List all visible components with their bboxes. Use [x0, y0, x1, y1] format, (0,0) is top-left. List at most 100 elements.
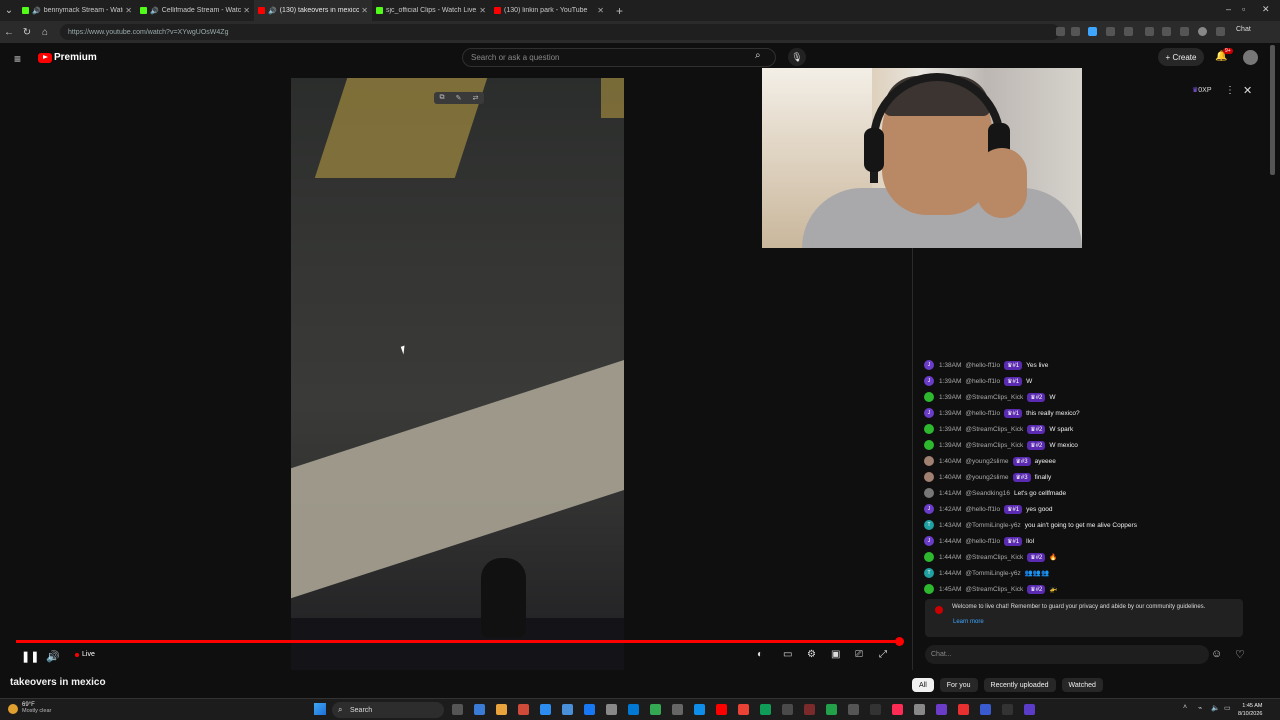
emoji-icon[interactable]: ☺ — [1211, 648, 1222, 660]
more-options-icon[interactable]: ⋮ — [1225, 85, 1235, 96]
search-input[interactable]: Search or ask a question — [462, 48, 776, 67]
extension-icon[interactable] — [1145, 27, 1154, 36]
taskbar-app-icon[interactable] — [760, 704, 771, 715]
search-icon[interactable]: ⌕ — [755, 50, 761, 61]
reload-icon[interactable]: ↻ — [18, 27, 36, 38]
chat-avatar[interactable]: J — [924, 536, 934, 546]
settings-gear-icon[interactable]: ⚙ — [807, 649, 816, 660]
chat-avatar[interactable] — [924, 456, 934, 466]
taskbar-app-icon[interactable] — [540, 704, 551, 715]
taskbar-app-icon[interactable] — [870, 704, 881, 715]
url-field[interactable]: https://www.youtube.com/watch?v=XYwgUOsW… — [60, 24, 1060, 40]
minimize-icon[interactable]: – — [1226, 4, 1231, 14]
close-window-icon[interactable]: ✕ — [1262, 4, 1270, 15]
browser-tab[interactable]: 🔊Cellifmade Stream - Watch Liv...✕ — [136, 0, 254, 21]
captions-icon[interactable]: ▭ — [783, 649, 792, 660]
cast-icon[interactable]: ⎚ — [855, 649, 863, 660]
chat-avatar[interactable] — [924, 392, 934, 402]
chat-avatar[interactable]: J — [924, 376, 934, 386]
browser-tab[interactable]: (130) linkin park - YouTube ✕ — [490, 0, 608, 21]
taskbar-app-icon[interactable] — [452, 704, 463, 715]
volume-icon[interactable]: 🔊 — [46, 650, 60, 663]
back-icon[interactable]: ← — [0, 27, 18, 38]
live-indicator[interactable]: Live — [75, 651, 95, 658]
taskbar-app-icon[interactable] — [826, 704, 837, 715]
pause-icon[interactable]: ❚❚ — [21, 650, 39, 663]
chat-extension-button[interactable]: Chat — [1236, 26, 1251, 33]
miniplayer-icon[interactable]: ▣ — [831, 649, 840, 660]
fullscreen-icon[interactable]: ⤢ — [879, 649, 887, 660]
maximize-icon[interactable]: ▫ — [1242, 4, 1245, 14]
heart-icon[interactable]: ♡ — [1235, 648, 1245, 661]
page-scrollbar[interactable] — [1270, 45, 1275, 175]
tab-close-icon[interactable]: ✕ — [361, 6, 368, 15]
taskbar-app-icon[interactable] — [496, 704, 507, 715]
filter-chip[interactable]: Recently uploaded — [983, 678, 1056, 692]
video-frame[interactable]: ⧉ ✎ ⇄ — [291, 78, 624, 670]
taskbar-app-icon[interactable] — [628, 704, 639, 715]
taskbar-app-icon[interactable] — [694, 704, 705, 715]
progress-scrubber[interactable] — [895, 637, 904, 646]
autoplay-toggle[interactable]: ◐ — [757, 649, 763, 660]
new-tab-button[interactable]: + — [616, 4, 623, 18]
profile-avatar[interactable] — [1198, 27, 1207, 36]
tab-close-icon[interactable]: ✕ — [243, 6, 250, 15]
taskbar-app-icon[interactable] — [1002, 704, 1013, 715]
browser-tab[interactable]: sjc_official Clips - Watch Live... ✕ — [372, 0, 490, 21]
edit-icon[interactable]: ✎ — [456, 94, 462, 102]
chat-avatar[interactable]: J — [924, 504, 934, 514]
taskbar-app-icon[interactable] — [562, 704, 573, 715]
taskbar-app-icon[interactable] — [958, 704, 969, 715]
taskbar-app-icon[interactable] — [650, 704, 661, 715]
network-icon[interactable]: ⌁ — [1198, 704, 1202, 712]
tab-close-icon[interactable]: ✕ — [479, 6, 486, 15]
home-icon[interactable]: ⌂ — [36, 27, 54, 38]
progress-bar[interactable] — [16, 640, 900, 643]
taskbar-app-icon[interactable] — [980, 704, 991, 715]
chat-username[interactable]: @StreamClips_Kick — [965, 586, 1023, 593]
taskbar-app-icon[interactable] — [672, 704, 683, 715]
learn-more-link[interactable]: Learn more — [953, 619, 984, 625]
battery-icon[interactable]: ▭ — [1224, 704, 1231, 712]
extension-icon[interactable] — [1124, 27, 1133, 36]
translate-icon[interactable]: ⇄ — [473, 94, 479, 102]
chat-username[interactable]: @StreamClips_Kick — [965, 442, 1023, 449]
avatar[interactable] — [1243, 50, 1258, 65]
filter-chip[interactable]: All — [912, 678, 934, 692]
chat-username[interactable]: @Seandking16 — [965, 490, 1010, 497]
extension-icon[interactable] — [1162, 27, 1171, 36]
chat-avatar[interactable] — [924, 584, 934, 594]
system-clock[interactable]: 1:45 AM 8/10/2026 — [1238, 702, 1262, 718]
taskbar-app-icon[interactable] — [782, 704, 793, 715]
chat-username[interactable]: @TommiLingle-y6z — [965, 522, 1020, 529]
chat-username[interactable]: @hello-ff1lo — [965, 506, 1000, 513]
taskbar-app-icon[interactable] — [738, 704, 749, 715]
chat-username[interactable]: @StreamClips_Kick — [965, 426, 1023, 433]
extension-icon[interactable] — [1180, 27, 1189, 36]
chevron-up-icon[interactable]: ˄ — [1183, 704, 1187, 711]
taskbar-app-icon[interactable] — [606, 704, 617, 715]
chat-username[interactable]: @TommiLingle-y6z — [965, 570, 1020, 577]
filter-chip[interactable]: For you — [939, 678, 978, 692]
bookmark-icon[interactable] — [1071, 27, 1080, 36]
filter-chip[interactable]: Watched — [1061, 678, 1103, 692]
taskbar-app-icon[interactable] — [1024, 704, 1035, 715]
chat-avatar[interactable] — [924, 488, 934, 498]
taskbar-app-icon[interactable] — [584, 704, 595, 715]
chat-username[interactable]: @hello-ff1lo — [965, 362, 1000, 369]
chat-username[interactable]: @young2slime — [965, 474, 1008, 481]
extension-icon[interactable] — [1106, 27, 1115, 36]
chat-username[interactable]: @hello-ff1lo — [965, 378, 1000, 385]
taskbar-app-icon[interactable] — [892, 704, 903, 715]
taskbar-app-icon[interactable] — [518, 704, 529, 715]
menu-icon[interactable] — [1216, 27, 1225, 36]
volume-icon[interactable]: 🔈 — [1211, 704, 1220, 712]
taskbar-search[interactable]: ⌕ Search — [332, 702, 444, 718]
chat-username[interactable]: @young2slime — [965, 458, 1008, 465]
chat-avatar[interactable]: J — [924, 408, 934, 418]
tab-audio-icon[interactable]: 🔊 — [150, 7, 159, 15]
taskbar-app-icon[interactable] — [914, 704, 925, 715]
crop-icon[interactable]: ⧉ — [440, 94, 445, 102]
chat-avatar[interactable] — [924, 472, 934, 482]
chat-avatar[interactable]: T — [924, 520, 934, 530]
